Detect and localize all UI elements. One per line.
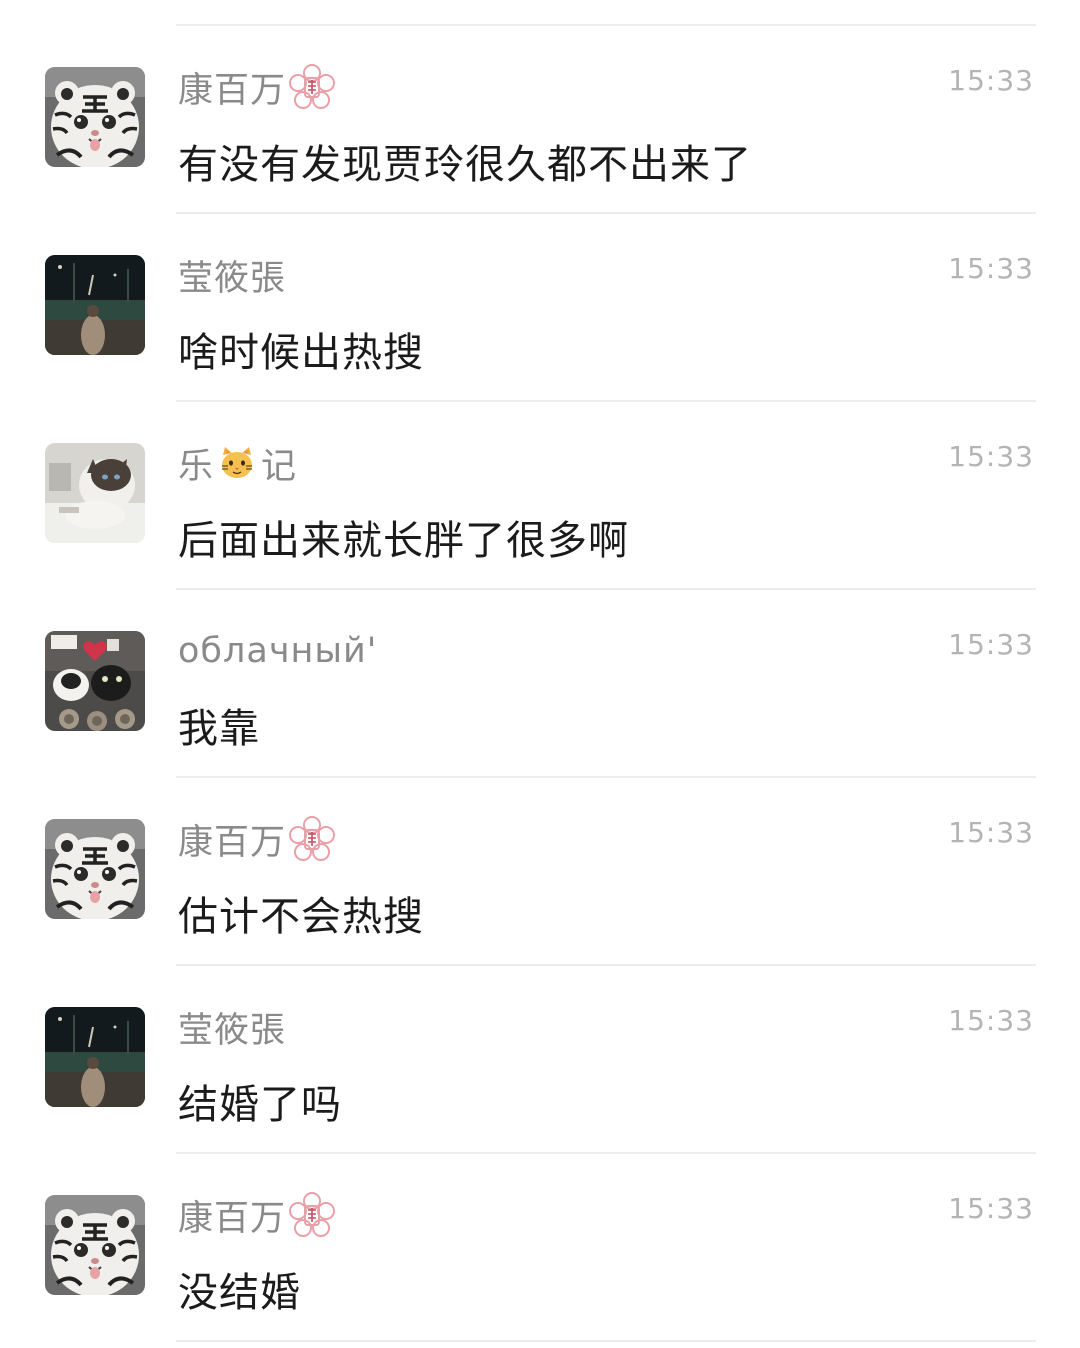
avatar-tiger-cat[interactable] [45, 819, 145, 919]
chat-message-row[interactable]: 康百万 15:33 有没有发现贾玲很久都不出来了 [0, 26, 1080, 214]
message-text[interactable]: 我靠 [178, 696, 260, 754]
avatar-cats-collage[interactable] [45, 631, 145, 731]
sender-name[interactable]: облачный' [178, 631, 377, 671]
chat-message-row[interactable]: 莹筱張 15:33 啥时候出热搜 [0, 214, 1080, 402]
avatar-night-photo[interactable] [45, 255, 145, 355]
sender-line: 莹筱張 [178, 1002, 286, 1052]
flower-seal-icon [288, 63, 336, 111]
chat-message-row[interactable]: 康百万 15:33 没结婚 [0, 1154, 1080, 1342]
message-time: 15:33 [948, 1192, 1034, 1225]
sender-name[interactable]: 康百万 [178, 1190, 286, 1241]
sender-line[interactable]: 乐 记 [178, 438, 296, 488]
message-text[interactable]: 后面出来就长胖了很多啊 [178, 508, 629, 566]
message-time: 15:33 [948, 816, 1034, 849]
avatar-tiger-cat[interactable] [45, 1195, 145, 1295]
flower-seal-icon [288, 1191, 336, 1239]
sender-name[interactable]: 莹筱張 [178, 1002, 286, 1053]
flower-seal-icon [288, 815, 336, 863]
avatar-night-photo[interactable] [45, 1007, 145, 1107]
sender-line: облачный' [178, 626, 377, 676]
chat-message-row[interactable]: 莹筱張 15:33 结婚了吗 [0, 966, 1080, 1154]
sender-line: 康百万 [178, 62, 336, 112]
sender-name-part: 记 [261, 446, 297, 487]
cat-face-emoji-icon [219, 445, 255, 481]
message-text[interactable]: 有没有发现贾玲很久都不出来了 [178, 132, 752, 190]
chat-message-row[interactable]: 乐 记 15:33 后面出来就长胖了很多啊 [0, 402, 1080, 590]
message-text[interactable]: 结婚了吗 [178, 1072, 342, 1130]
divider [176, 1340, 1036, 1342]
message-time: 15:33 [948, 1004, 1034, 1037]
chat-message-row[interactable]: облачный' 15:33 我靠 [0, 590, 1080, 778]
sender-line: 康百万 [178, 814, 336, 864]
sender-name[interactable]: 康百万 [178, 814, 286, 865]
message-text[interactable]: 没结婚 [178, 1260, 301, 1318]
chat-list: 康百万 15:33 有没有发现贾玲很久都不出来了 莹筱張 15:33 啥时候出热… [0, 0, 1080, 1348]
chat-message-row[interactable]: 康百万 15:33 估计不会热搜 [0, 778, 1080, 966]
message-time: 15:33 [948, 64, 1034, 97]
message-text[interactable]: 啥时候出热搜 [178, 320, 424, 378]
sender-line: 康百万 [178, 1190, 336, 1240]
avatar-tiger-cat[interactable] [45, 67, 145, 167]
message-time: 15:33 [948, 440, 1034, 473]
message-text[interactable]: 估计不会热搜 [178, 884, 424, 942]
sender-name[interactable]: 莹筱張 [178, 250, 286, 301]
sender-name-part: 乐 [178, 446, 214, 487]
message-time: 15:33 [948, 628, 1034, 661]
sender-name[interactable]: 康百万 [178, 62, 286, 113]
message-time: 15:33 [948, 252, 1034, 285]
sender-line: 莹筱張 [178, 250, 286, 300]
avatar-ragdoll-cat[interactable] [45, 443, 145, 543]
